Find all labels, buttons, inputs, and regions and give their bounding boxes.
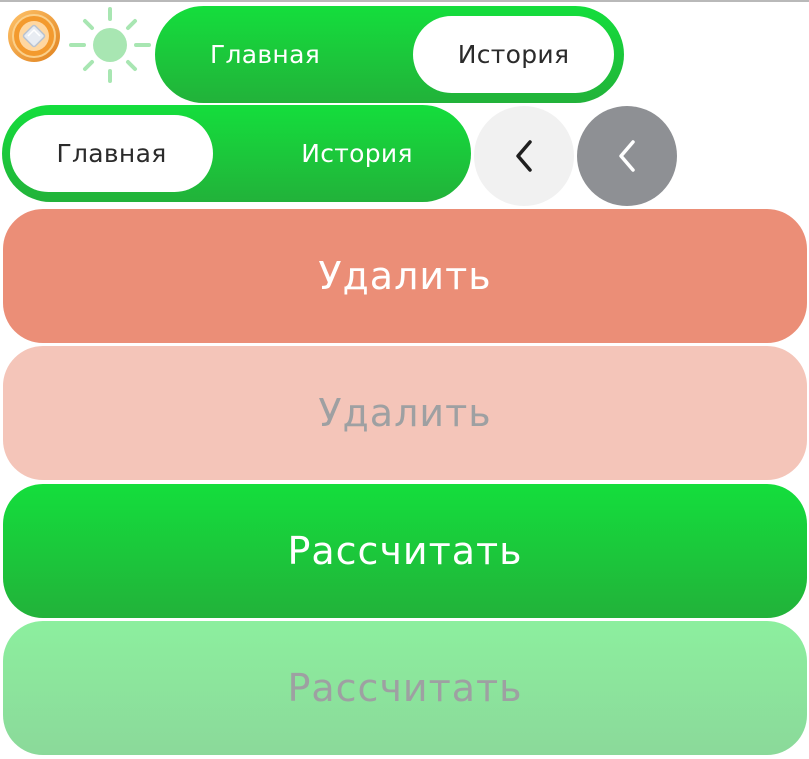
- main-history-toggle-main: Главная История: [2, 105, 471, 202]
- top-divider: [0, 0, 809, 2]
- tab-main[interactable]: Главная: [10, 105, 213, 202]
- back-button-dark[interactable]: [577, 106, 677, 206]
- coin-icon: [8, 10, 60, 62]
- tab-history[interactable]: История: [413, 6, 614, 103]
- tab-main[interactable]: Главная: [165, 6, 365, 103]
- tab-history[interactable]: История: [257, 105, 457, 202]
- chevron-left-icon: [516, 140, 532, 172]
- delete-button[interactable]: Удалить: [3, 209, 807, 343]
- delete-button-disabled: Удалить: [3, 346, 807, 480]
- calculate-button[interactable]: Рассчитать: [3, 484, 807, 618]
- calculate-button-disabled: Рассчитать: [3, 621, 807, 755]
- back-button-light[interactable]: [474, 106, 574, 206]
- sun-icon[interactable]: [68, 6, 152, 84]
- chevron-left-icon: [619, 140, 635, 172]
- main-history-toggle-history: Главная История: [155, 6, 624, 103]
